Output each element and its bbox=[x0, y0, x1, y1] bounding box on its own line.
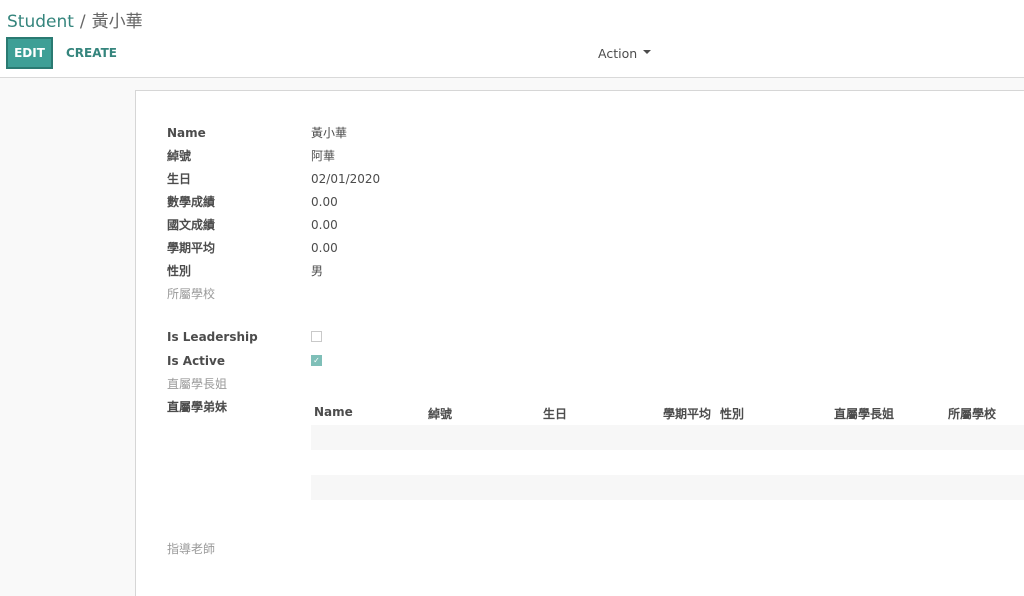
column-header-senior[interactable]: 直屬學長姐 bbox=[834, 405, 894, 422]
breadcrumb-current-record: 黃小華 bbox=[91, 12, 143, 32]
birthday-label: 生日 bbox=[167, 172, 192, 186]
name-label: Name bbox=[167, 126, 206, 140]
breadcrumb: Student / 黃小華 bbox=[7, 7, 143, 32]
name-value: 黃小華 bbox=[311, 126, 348, 140]
advisor-label: 指導老師 bbox=[167, 542, 216, 556]
senior-label: 直屬學長姐 bbox=[167, 377, 228, 391]
action-dropdown[interactable]: Action bbox=[598, 46, 652, 61]
gender-label: 性別 bbox=[167, 264, 192, 278]
breadcrumb-separator: / bbox=[79, 12, 86, 32]
caret-down-icon bbox=[643, 49, 652, 54]
column-header-average[interactable]: 學期平均 bbox=[663, 405, 711, 422]
column-header-name[interactable]: Name bbox=[314, 405, 353, 419]
is-leadership-checkbox[interactable] bbox=[311, 331, 322, 342]
form-sheet: Name 黃小華 綽號 阿華 生日 02/01/2020 數學成績 0.00 國… bbox=[135, 90, 1024, 596]
is-leadership-label: Is Leadership bbox=[167, 330, 258, 344]
nickname-label: 綽號 bbox=[167, 149, 192, 163]
math-score-value: 0.00 bbox=[311, 195, 338, 209]
edit-button[interactable]: EDIT bbox=[6, 37, 53, 69]
semester-average-label: 學期平均 bbox=[167, 241, 216, 255]
table-row bbox=[311, 425, 1024, 450]
math-score-label: 數學成績 bbox=[167, 195, 216, 209]
school-label: 所屬學校 bbox=[167, 287, 216, 301]
is-active-checkbox[interactable]: ✓ bbox=[311, 355, 322, 366]
checkmark-icon: ✓ bbox=[313, 356, 320, 365]
column-header-birthday[interactable]: 生日 bbox=[543, 405, 567, 422]
birthday-value: 02/01/2020 bbox=[311, 172, 381, 186]
column-header-school[interactable]: 所屬學校 bbox=[948, 405, 996, 422]
chinese-score-label: 國文成績 bbox=[167, 218, 216, 232]
juniors-label: 直屬學弟妹 bbox=[167, 400, 228, 414]
column-header-gender[interactable]: 性別 bbox=[720, 405, 744, 422]
chinese-score-value: 0.00 bbox=[311, 218, 338, 232]
create-button[interactable]: CREATE bbox=[66, 46, 117, 60]
action-dropdown-label: Action bbox=[598, 46, 638, 61]
is-active-label: Is Active bbox=[167, 354, 225, 368]
semester-average-value: 0.00 bbox=[311, 241, 338, 255]
column-header-nickname[interactable]: 綽號 bbox=[428, 405, 452, 422]
juniors-table-header: Name 綽號 生日 學期平均 性別 直屬學長姐 所屬學校 bbox=[311, 402, 1024, 424]
breadcrumb-student-link[interactable]: Student bbox=[7, 12, 74, 32]
nickname-value: 阿華 bbox=[311, 149, 336, 163]
table-row bbox=[311, 475, 1024, 500]
gender-value: 男 bbox=[311, 264, 324, 278]
control-panel: Student / 黃小華 EDIT CREATE Action bbox=[0, 0, 1024, 78]
